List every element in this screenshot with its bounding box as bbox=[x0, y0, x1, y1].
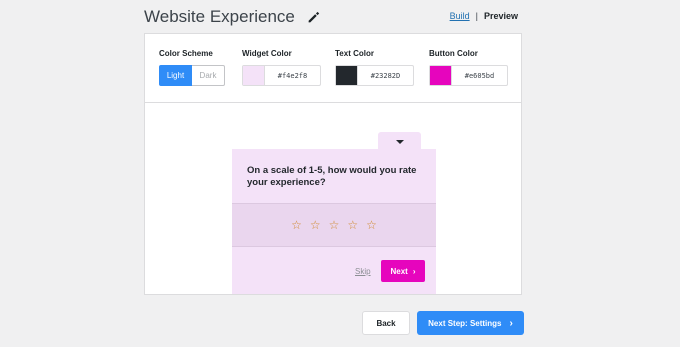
color-scheme-label: Color Scheme bbox=[159, 49, 213, 58]
widget-color-swatch[interactable] bbox=[243, 66, 264, 85]
scheme-dark-button[interactable]: Dark bbox=[192, 65, 225, 86]
widget-color-label: Widget Color bbox=[242, 49, 292, 58]
star-icon-3[interactable]: ☆ bbox=[329, 219, 340, 231]
build-link[interactable]: Build bbox=[450, 11, 470, 21]
star-rating: ☆ ☆ ☆ ☆ ☆ bbox=[232, 203, 436, 247]
skip-link[interactable]: Skip bbox=[355, 267, 371, 276]
widget-next-button[interactable]: Next › bbox=[381, 260, 425, 282]
widget-color-value[interactable]: #f4e2f8 bbox=[264, 66, 320, 85]
mode-switch: Build | Preview bbox=[450, 11, 518, 21]
next-step-label: Next Step: Settings bbox=[428, 318, 502, 328]
pencil-icon[interactable] bbox=[307, 11, 320, 24]
chevron-right-icon: › bbox=[509, 317, 513, 329]
text-color-swatch[interactable] bbox=[336, 66, 357, 85]
page-title: Website Experience bbox=[144, 7, 295, 26]
preview-link[interactable]: Preview bbox=[484, 11, 518, 21]
back-button[interactable]: Back bbox=[362, 311, 410, 335]
button-color-label: Button Color bbox=[429, 49, 478, 58]
text-color-label: Text Color bbox=[335, 49, 374, 58]
button-color-swatch[interactable] bbox=[430, 66, 451, 85]
next-step-button[interactable]: Next Step: Settings › bbox=[417, 311, 524, 335]
button-color-picker[interactable]: #e605bd bbox=[429, 65, 508, 86]
caret-down-icon bbox=[395, 140, 404, 144]
appearance-settings: Color Scheme Light Dark Widget Color #f4… bbox=[145, 34, 521, 103]
button-color-value[interactable]: #e605bd bbox=[451, 66, 507, 85]
widget-color-group: Widget Color #f4e2f8 bbox=[242, 49, 321, 86]
text-color-picker[interactable]: #23282D bbox=[335, 65, 414, 86]
page-header: Website Experience bbox=[144, 7, 320, 27]
scheme-light-button[interactable]: Light bbox=[159, 65, 192, 86]
feedback-widget: On a scale of 1-5, how would you rate yo… bbox=[232, 149, 436, 294]
button-color-group: Button Color #e605bd bbox=[429, 49, 508, 86]
star-icon-4[interactable]: ☆ bbox=[347, 219, 358, 231]
color-scheme-toggle: Light Dark bbox=[159, 65, 225, 86]
editor-panel: Color Scheme Light Dark Widget Color #f4… bbox=[144, 33, 522, 295]
widget-color-picker[interactable]: #f4e2f8 bbox=[242, 65, 321, 86]
star-icon-5[interactable]: ☆ bbox=[366, 219, 377, 231]
text-color-value[interactable]: #23282D bbox=[357, 66, 413, 85]
text-color-group: Text Color #23282D bbox=[335, 49, 414, 86]
separator: | bbox=[475, 11, 478, 21]
color-scheme-group: Color Scheme Light Dark bbox=[159, 49, 225, 86]
star-icon-1[interactable]: ☆ bbox=[291, 219, 302, 231]
chevron-right-icon: › bbox=[412, 266, 416, 276]
widget-next-label: Next bbox=[390, 266, 408, 276]
star-icon-2[interactable]: ☆ bbox=[310, 219, 321, 231]
survey-question: On a scale of 1-5, how would you rate yo… bbox=[247, 165, 417, 188]
widget-preview-area: On a scale of 1-5, how would you rate yo… bbox=[145, 103, 521, 294]
